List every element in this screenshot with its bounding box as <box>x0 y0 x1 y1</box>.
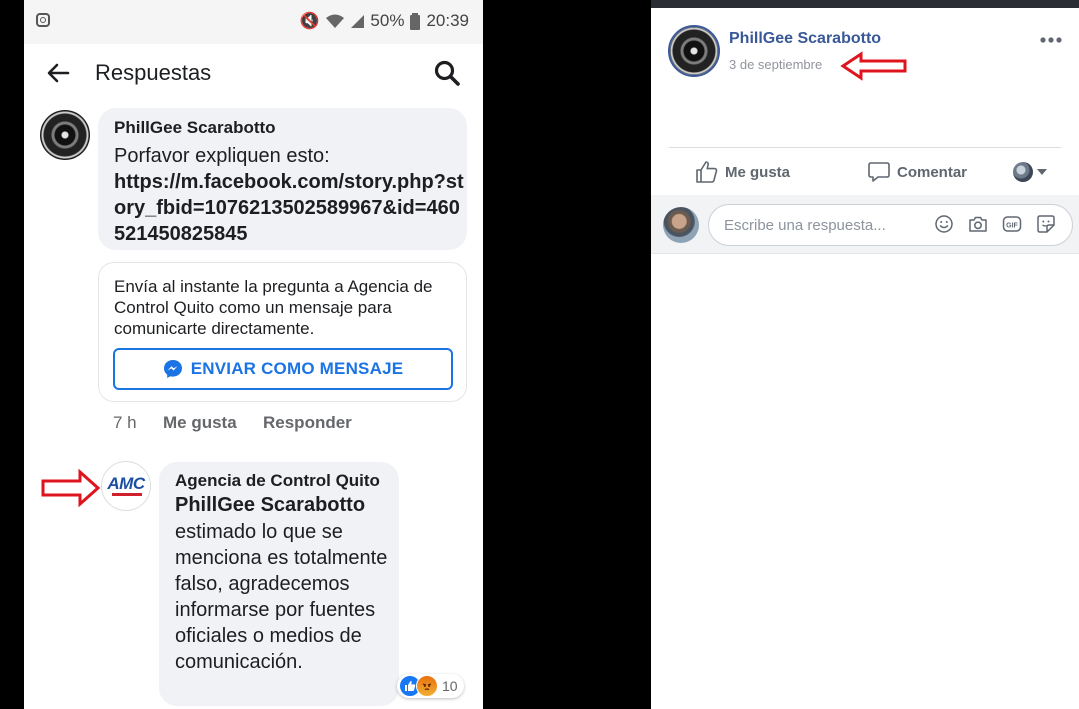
message-prompt-text: Envía al instante la pregunta a Agencia … <box>114 277 433 338</box>
commenter-avatar[interactable] <box>40 110 90 160</box>
mobile-screen: 🔇 50% 20:39 Respuestas PhillGee Scarabot… <box>24 0 483 709</box>
annotation-arrow <box>840 51 907 81</box>
reply-author[interactable]: Agencia de Control Quito <box>175 471 380 491</box>
back-arrow-icon[interactable] <box>46 61 70 85</box>
profile-avatar <box>1013 162 1033 182</box>
agency-logo-bar <box>112 493 142 496</box>
instagram-notification-icon <box>36 13 50 27</box>
comment-icon <box>868 162 890 182</box>
composer-icons: GIF <box>934 214 1056 234</box>
send-as-message-label: ENVIAR COMO MENSAJE <box>190 359 404 378</box>
status-bar: 🔇 50% 20:39 <box>24 0 483 44</box>
like-icon <box>696 161 718 183</box>
more-options-icon[interactable] <box>1039 36 1063 44</box>
gif-icon[interactable]: GIF <box>1002 214 1022 234</box>
emoji-icon[interactable] <box>934 214 954 234</box>
comment-timestamp: 7 h <box>113 413 137 432</box>
mute-icon: 🔇 <box>299 13 320 30</box>
desktop-post: PhillGee Scarabotto 3 de septiembre Me g… <box>651 0 1079 709</box>
avatar-ring <box>668 25 720 77</box>
send-as-message-button[interactable]: ENVIAR COMO MENSAJE <box>113 348 453 390</box>
comment-label: Comentar <box>897 163 968 181</box>
like-button[interactable]: Me gusta <box>695 158 790 186</box>
post-author[interactable]: PhillGee Scarabotto <box>729 30 881 48</box>
camera-icon[interactable] <box>968 214 988 234</box>
browser-top-strip <box>651 0 1079 8</box>
react-as-selector[interactable] <box>1013 162 1047 182</box>
wifi-icon <box>326 14 345 28</box>
clock-time: 20:39 <box>426 11 469 30</box>
post-action-bar: Me gusta Comentar <box>651 150 1079 194</box>
sticker-icon[interactable] <box>1036 214 1056 234</box>
messenger-icon <box>163 360 182 378</box>
reply-mention[interactable]: PhillGee Scarabotto <box>175 494 365 517</box>
search-icon[interactable] <box>433 59 461 87</box>
comment-link[interactable]: https://m.facebook.com/story.php?story_f… <box>114 169 464 247</box>
agency-avatar[interactable]: AMC <box>101 461 151 511</box>
chevron-down-icon <box>1037 169 1047 175</box>
comment-like-link[interactable]: Me gusta <box>163 413 237 433</box>
angry-reaction-icon <box>416 675 438 697</box>
battery-icon <box>410 12 421 30</box>
svg-text:GIF: GIF <box>1006 222 1018 229</box>
status-bar-right: 🔇 50% 20:39 <box>300 11 470 31</box>
battery-level: 50% <box>370 11 405 30</box>
divider <box>669 147 1061 148</box>
app-bar: Respuestas <box>24 44 483 102</box>
page-title: Respuestas <box>95 60 212 85</box>
reaction-summary[interactable]: 10 <box>397 674 464 698</box>
comment-reply-link[interactable]: Responder <box>263 413 352 433</box>
like-label: Me gusta <box>725 163 791 181</box>
comment-button[interactable]: Comentar <box>867 158 967 186</box>
post-date[interactable]: 3 de septiembre <box>729 57 822 72</box>
reply-composer: GIF <box>651 195 1079 254</box>
agency-logo-text: AMC <box>107 474 145 493</box>
signal-icon <box>351 14 365 28</box>
reaction-count: 10 <box>442 678 458 694</box>
current-user-avatar[interactable] <box>663 207 699 243</box>
comment-text: Porfavor expliquen esto: <box>114 145 330 167</box>
reply-text: estimado lo que se menciona es totalment… <box>175 521 388 673</box>
comment-author[interactable]: PhillGee Scarabotto <box>114 118 276 138</box>
